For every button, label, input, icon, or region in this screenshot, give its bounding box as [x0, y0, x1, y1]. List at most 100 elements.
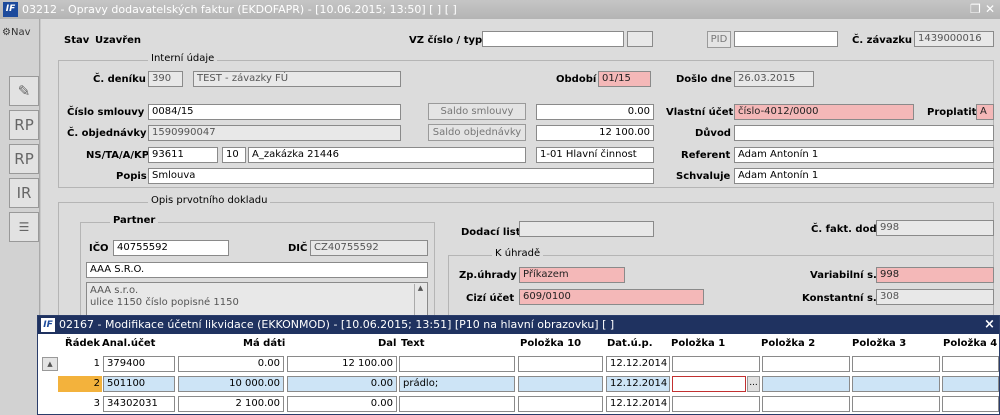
obdobi-field[interactable]: 01/15	[598, 71, 651, 87]
saldo-objednavky-button[interactable]: Saldo objednávky	[428, 124, 526, 141]
polozka3-cell[interactable]	[852, 376, 940, 392]
scroll-up-icon[interactable]: ▲	[415, 284, 426, 292]
dal-cell[interactable]: 0.00	[287, 396, 397, 412]
window-title: 03212 - Opravy dodavatelských faktur (EK…	[22, 3, 457, 16]
polozka2-cell[interactable]	[762, 376, 850, 392]
fakt-field[interactable]: 998	[876, 220, 994, 236]
dal-cell[interactable]: 12 100.00	[287, 356, 397, 372]
vz-type-field[interactable]	[627, 31, 653, 47]
cizi-ucet-label: Cizí účet	[466, 293, 515, 304]
proplatit-label: Proplatit	[927, 107, 977, 118]
pid-field[interactable]	[734, 31, 838, 47]
text-cell[interactable]	[399, 356, 515, 372]
polozka10-cell[interactable]	[518, 356, 603, 372]
datup-cell[interactable]: 12.12.2014	[606, 396, 670, 412]
objednavka-field[interactable]: 1590990047	[148, 125, 401, 141]
ma-cell[interactable]: 10 000.00	[178, 376, 284, 392]
ma-cell[interactable]: 2 100.00	[178, 396, 284, 412]
restore-icon[interactable]: ❐	[970, 0, 981, 19]
rp-tool-button-2[interactable]: RP	[9, 144, 39, 174]
popis-field[interactable]: Smlouva	[148, 168, 654, 184]
objednavka-label: Č. objednávky	[67, 128, 147, 139]
text-cell[interactable]	[399, 396, 515, 412]
close-icon[interactable]: ✕	[985, 0, 995, 19]
denik-label: Č. deníku	[93, 74, 146, 85]
smlouva-field[interactable]: 0084/15	[148, 104, 401, 120]
nav-button[interactable]: ⚙Nav	[2, 27, 31, 38]
polozka1-cell[interactable]	[672, 396, 760, 412]
saldo-smlouvy-button[interactable]: Saldo smlouvy	[428, 103, 526, 120]
col-text: Text	[401, 338, 425, 349]
ma-cell[interactable]: 0.00	[178, 356, 284, 372]
proplatit-field[interactable]: A	[976, 104, 994, 120]
polozka2-cell[interactable]	[762, 356, 850, 372]
dodaci-field[interactable]	[519, 221, 654, 237]
dal-cell[interactable]: 0.00	[287, 376, 397, 392]
dialog-close-icon[interactable]: ×	[984, 316, 995, 334]
polozka4-cell[interactable]	[942, 376, 999, 392]
referent-field[interactable]: Adam Antonín 1	[734, 147, 994, 163]
dialog-titlebar: IF 02167 - Modifikace účetní likvidace (…	[38, 316, 999, 334]
kp-field[interactable]: 1-01 Hlavní činnost	[536, 147, 654, 163]
col-polozka2: Položka 2	[761, 338, 816, 349]
zp-uhrady-field[interactable]: Příkazem	[519, 267, 625, 283]
interni-udaje-legend: Interní údaje	[148, 53, 218, 64]
rp-tool-button[interactable]: RP	[9, 110, 39, 140]
dic-field[interactable]: CZ40755592	[310, 240, 428, 256]
edit-document-icon[interactable]: ✎	[9, 76, 39, 106]
saldo-smlouvy-value: 0.00	[536, 104, 654, 120]
partner-name-field[interactable]: AAA S.R.O.	[86, 262, 428, 278]
zavazek-label: Č. závazku	[852, 35, 913, 46]
list-icon[interactable]: ☰	[9, 212, 39, 242]
table-row[interactable]: 3 34302031 2 100.00 0.00 12.12.2014	[38, 396, 999, 414]
doklad-legend: Opis prvotního dokladu	[148, 195, 271, 206]
denik-code-field[interactable]: 390	[148, 71, 183, 87]
anal-cell[interactable]: 34302031	[103, 396, 175, 412]
polozka2-cell[interactable]	[762, 396, 850, 412]
gear-icon: ⚙	[2, 27, 11, 38]
polozka4-cell[interactable]	[942, 396, 999, 412]
vlastni-ucet-field[interactable]: číslo-4012/0000	[734, 104, 914, 120]
polozka3-cell[interactable]	[852, 396, 940, 412]
referent-label: Referent	[681, 150, 731, 161]
doslo-field[interactable]: 26.03.2015	[734, 71, 814, 87]
col-polozka1: Položka 1	[671, 338, 726, 349]
lookup-ellipsis-button[interactable]: ...	[747, 376, 760, 392]
ta-field[interactable]: 10	[222, 147, 246, 163]
anal-cell[interactable]: 501100	[103, 376, 175, 392]
col-anal: Anal.účet	[102, 338, 156, 349]
address-scrollbar[interactable]: ▲	[414, 284, 426, 315]
zavazek-field[interactable]: 1439000016	[914, 31, 994, 47]
konstantni-field[interactable]: 308	[876, 289, 994, 305]
polozka4-cell[interactable]	[942, 356, 999, 372]
table-row[interactable]: 1 379400 0.00 12 100.00 12.12.2014	[38, 356, 999, 374]
cizi-ucet-field[interactable]: 609/0100	[519, 289, 704, 305]
datup-cell[interactable]: 12.12.2014	[606, 356, 670, 372]
anal-cell[interactable]: 379400	[103, 356, 175, 372]
k-uhrade-legend: K úhradě	[492, 248, 544, 259]
polozka3-cell[interactable]	[852, 356, 940, 372]
ir-tool-button[interactable]: IR	[9, 178, 39, 208]
konstantni-label: Konstantní s.	[802, 293, 877, 304]
vz-number-field[interactable]	[482, 31, 624, 47]
col-datup: Dat.ú.p.	[607, 338, 653, 349]
col-polozka4: Položka 4	[943, 338, 998, 349]
popis-label: Popis	[116, 171, 147, 182]
a-field[interactable]: A_zakázka 21446	[248, 147, 526, 163]
pid-button[interactable]: PID	[707, 31, 731, 48]
polozka1-cell[interactable]	[672, 356, 760, 372]
duvod-field[interactable]	[734, 125, 994, 141]
ico-field[interactable]: 40755592	[113, 240, 229, 256]
datup-cell[interactable]: 12.12.2014	[606, 376, 670, 392]
table-row-selected[interactable]: 2 501100 10 000.00 0.00 prádlo; 12.12.20…	[38, 376, 999, 394]
ns-field[interactable]: 93611	[148, 147, 218, 163]
variabilni-label: Variabilní s.	[810, 270, 877, 281]
polozka1-active-cell[interactable]	[672, 376, 746, 392]
schvaluje-field[interactable]: Adam Antonín 1	[734, 168, 994, 184]
text-cell[interactable]: prádlo;	[399, 376, 515, 392]
polozka10-cell[interactable]	[518, 376, 603, 392]
zp-uhrady-label: Zp.úhrady	[459, 270, 517, 281]
variabilni-field[interactable]: 998	[876, 267, 994, 283]
polozka10-cell[interactable]	[518, 396, 603, 412]
duvod-label: Důvod	[695, 128, 731, 139]
